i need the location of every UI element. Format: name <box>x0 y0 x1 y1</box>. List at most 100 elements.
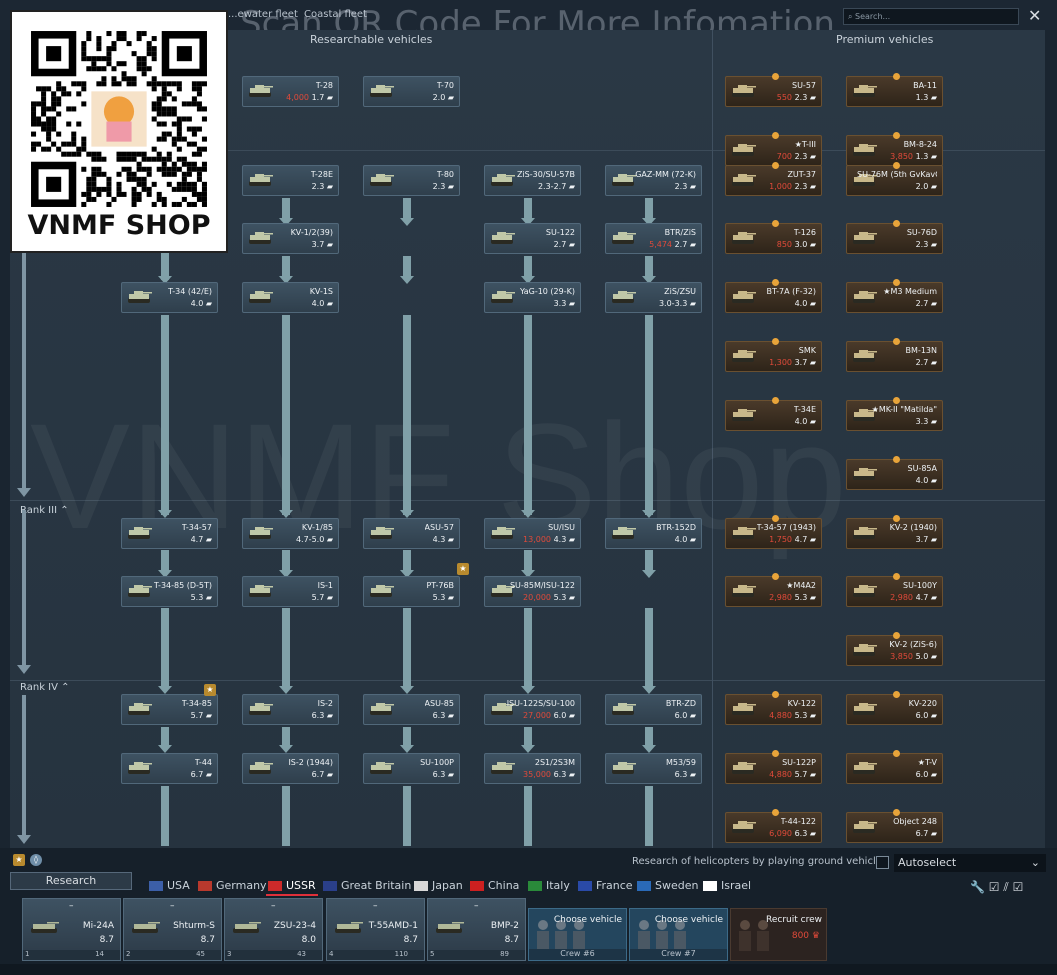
nation-tab-sweden[interactable]: Sweden <box>637 879 698 892</box>
research-vehicle-card[interactable]: ZiS-30/SU-57B 2.3-2.7 ▰ <box>484 165 581 196</box>
premium-vehicle-card[interactable]: T-126 850 3.0 ▰ <box>725 220 822 254</box>
premium-vehicle-card[interactable]: ★M4A2 2,980 5.3 ▰ <box>725 573 822 607</box>
premium-vehicle-card[interactable]: SU-76D 2.3 ▰ <box>846 220 943 254</box>
checkbox-icon[interactable]: ☑ <box>1013 880 1024 894</box>
nation-tab-ussr[interactable]: USSR <box>266 879 318 896</box>
research-vehicle-card[interactable]: SU-122 2.7 ▰ <box>484 223 581 254</box>
premium-dot-icon <box>772 809 779 816</box>
research-vehicle-card[interactable]: BTR-152D 4.0 ▰ <box>605 518 702 549</box>
premium-vehicle-card[interactable]: SU-76M (5th GvKavCorp) 2.0 ▰ <box>846 162 943 196</box>
helicopter-research-checkbox[interactable] <box>876 856 889 869</box>
premium-vehicle-card[interactable]: ★MK-II "Matilda" 3.3 ▰ <box>846 397 943 431</box>
autoselect-dropdown[interactable]: Autoselect ⌄ <box>894 854 1046 872</box>
research-vehicle-card[interactable]: T-34 (42/E) 4.0 ▰ <box>121 282 218 313</box>
research-vehicle-card[interactable]: T-70 2.0 ▰ <box>363 76 460 107</box>
research-vehicle-card[interactable]: GAZ-MM (72-K) 2.3 ▰ <box>605 165 702 196</box>
research-vehicle-card[interactable]: M53/59 6.3 ▰ <box>605 753 702 784</box>
premium-vehicle-card[interactable]: KV-122 4,880 5.3 ▰ <box>725 691 822 725</box>
research-vehicle-card[interactable]: 2S1/2S3M 35,000 6.3 ▰ <box>484 753 581 784</box>
premium-vehicle-card[interactable]: KV-220 6.0 ▰ <box>846 691 943 725</box>
nation-tab-france[interactable]: France <box>578 879 633 892</box>
type-icon: ▰ <box>205 593 212 602</box>
research-vehicle-card[interactable]: YaG-10 (29-K) 3.3 ▰ <box>484 282 581 313</box>
vehicle-br: 6.3 ▰ <box>432 770 454 779</box>
premium-vehicle-card[interactable]: BA-11 1.3 ▰ <box>846 73 943 107</box>
wrench-icon[interactable]: 🔧 <box>970 880 985 894</box>
research-vehicle-card[interactable]: BTR-ZD 6.0 ▰ <box>605 694 702 725</box>
nation-tab-china[interactable]: China <box>470 879 519 892</box>
vehicle-cost: 3,850 <box>890 152 914 161</box>
premium-vehicle-card[interactable]: ★T-V 6.0 ▰ <box>846 750 943 784</box>
research-vehicle-card[interactable]: T-34-85 (D-5T) 5.3 ▰ <box>121 576 218 607</box>
rank-star-icon: ★ <box>13 854 25 866</box>
premium-vehicle-card[interactable]: KV-2 (1940) 3.7 ▰ <box>846 515 943 549</box>
research-vehicle-card[interactable]: KV-1/2(39) 3.7 ▰ <box>242 223 339 254</box>
research-vehicle-card[interactable]: KV-1S 4.0 ▰ <box>242 282 339 313</box>
recruit-crew-cost: 800 ♛ <box>791 931 820 941</box>
nation-tab-usa[interactable]: USA <box>149 879 190 892</box>
premium-vehicle-card[interactable]: KV-2 (ZiS-6) 3,850 5.0 ▰ <box>846 632 943 666</box>
research-vehicle-card[interactable]: T-28 4,000 1.7 ▰ <box>242 76 339 107</box>
crew-slot[interactable]: – Mi-24A 8.7 1 14 <box>22 898 121 961</box>
rank-label[interactable]: Rank IV ⌃ <box>20 682 70 693</box>
premium-vehicle-card[interactable]: BT-7A (F-32) 4.0 ▰ <box>725 279 822 313</box>
vehicle-name: YaG-10 (29-K) <box>519 287 575 296</box>
research-vehicle-card[interactable]: SU-85M/ISU-122 20,000 5.3 ▰ <box>484 576 581 607</box>
research-vehicle-card[interactable]: ISU-122S/SU-100 27,000 6.0 ▰ <box>484 694 581 725</box>
premium-vehicle-card[interactable]: SU-122P 4,880 5.7 ▰ <box>725 750 822 784</box>
nation-tab-japan[interactable]: Japan <box>414 879 463 892</box>
crew-slot[interactable]: – ZSU-23-4 8.0 3 43 <box>224 898 323 961</box>
vehicle-br: 850 3.0 ▰ <box>776 240 816 249</box>
vehicle-br: 2.7 ▰ <box>915 299 937 308</box>
nation-tab-israel[interactable]: Israel <box>703 879 751 892</box>
search-input[interactable]: ⌕ Search... <box>843 8 1019 25</box>
crew-slot[interactable]: – T-55AMD-1 8.7 4 110 <box>326 898 425 961</box>
choose-vehicle-slot[interactable]: Choose vehicle Crew #6 <box>528 908 627 961</box>
rank-label[interactable]: Rank III ⌃ <box>20 505 69 516</box>
research-button[interactable]: Research <box>10 872 132 890</box>
recruit-crew-slot[interactable]: Recruit crew 800 ♛ <box>730 908 827 961</box>
research-vehicle-card[interactable]: IS-2 (1944) 6.7 ▰ <box>242 753 339 784</box>
premium-vehicle-card[interactable]: SU-85A 4.0 ▰ <box>846 456 943 490</box>
research-vehicle-card[interactable]: SU/ISU 13,000 4.3 ▰ <box>484 518 581 549</box>
vehicle-name: ★M3 Medium <box>883 287 937 296</box>
connector-arrow <box>158 510 172 518</box>
premium-vehicle-card[interactable]: SU-57 550 2.3 ▰ <box>725 73 822 107</box>
research-vehicle-card[interactable]: T-34-57 4.7 ▰ <box>121 518 218 549</box>
research-vehicle-card[interactable]: T-34-85 5.7 ▰ <box>121 694 218 725</box>
research-vehicle-card[interactable]: ASU-85 6.3 ▰ <box>363 694 460 725</box>
vehicle-br: 6.3 ▰ <box>432 711 454 720</box>
crew-slot[interactable]: – BMP-2 8.7 5 89 <box>427 898 526 961</box>
choose-vehicle-slot[interactable]: Choose vehicle Crew #7 <box>629 908 728 961</box>
checkbox-icon[interactable]: ☑ <box>989 880 1000 894</box>
premium-vehicle-card[interactable]: ★M3 Medium 2.7 ▰ <box>846 279 943 313</box>
research-vehicle-card[interactable]: T-28E 2.3 ▰ <box>242 165 339 196</box>
nation-tab-germany[interactable]: Germany <box>198 879 267 892</box>
vehicle-name: T-34 (42/E) <box>168 287 212 296</box>
premium-vehicle-card[interactable]: SU-100Y 2,980 4.7 ▰ <box>846 573 943 607</box>
nation-tab-great-britain[interactable]: Great Britain <box>323 879 411 892</box>
upgrade-icon[interactable]: ⫽ <box>1003 880 1008 894</box>
research-vehicle-card[interactable]: PT-76B 5.3 ▰ <box>363 576 460 607</box>
research-vehicle-card[interactable]: SU-100P 6.3 ▰ <box>363 753 460 784</box>
research-vehicle-card[interactable]: IS-1 5.7 ▰ <box>242 576 339 607</box>
research-vehicle-card[interactable]: KV-1/85 4.7-5.0 ▰ <box>242 518 339 549</box>
research-vehicle-card[interactable]: ZiS/ZSU 3.0-3.3 ▰ <box>605 282 702 313</box>
premium-vehicle-card[interactable]: T-34E 4.0 ▰ <box>725 397 822 431</box>
vehicle-br: 4,880 5.3 ▰ <box>769 711 816 720</box>
research-vehicle-card[interactable]: T-44 6.7 ▰ <box>121 753 218 784</box>
premium-vehicle-card[interactable]: T-44-122 6,090 6.3 ▰ <box>725 809 822 843</box>
research-vehicle-card[interactable]: BTR/ZiS 5,474 2.7 ▰ <box>605 223 702 254</box>
premium-vehicle-card[interactable]: BM-13N 2.7 ▰ <box>846 338 943 372</box>
close-icon[interactable]: ✕ <box>1028 6 1041 25</box>
nation-tab-italy[interactable]: Italy <box>528 879 570 892</box>
premium-vehicle-card[interactable]: T-34-57 (1943) 1,750 4.7 ▰ <box>725 515 822 549</box>
research-vehicle-card[interactable]: T-80 2.3 ▰ <box>363 165 460 196</box>
research-vehicle-card[interactable]: IS-2 6.3 ▰ <box>242 694 339 725</box>
premium-vehicle-card[interactable]: SMK 1,300 3.7 ▰ <box>725 338 822 372</box>
research-vehicle-card[interactable]: ASU-57 4.3 ▰ <box>363 518 460 549</box>
premium-vehicle-card[interactable]: Object 248 6.7 ▰ <box>846 809 943 843</box>
premium-vehicle-card[interactable]: ZUT-37 1,000 2.3 ▰ <box>725 162 822 196</box>
type-icon: ▰ <box>930 93 937 102</box>
crew-slot[interactable]: – Shturm-S 8.7 2 45 <box>123 898 222 961</box>
